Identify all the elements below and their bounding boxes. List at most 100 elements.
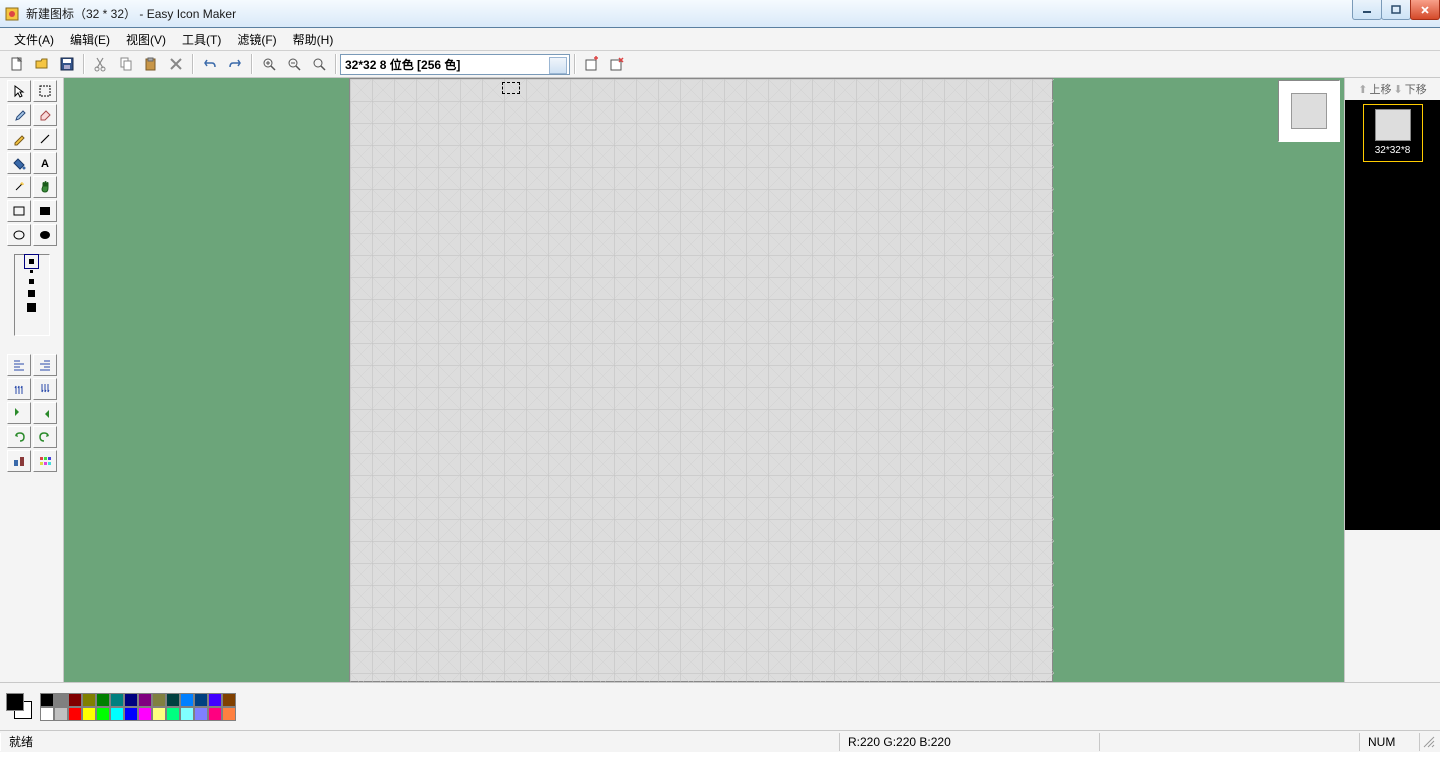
color-adjust-button[interactable]	[33, 450, 57, 472]
palette-color[interactable]	[208, 693, 222, 707]
hand-tool[interactable]	[33, 176, 57, 198]
cut-button[interactable]	[89, 53, 112, 75]
redo-button[interactable]	[223, 53, 246, 75]
rotate-left-button[interactable]	[7, 426, 31, 448]
palette-color[interactable]	[40, 693, 54, 707]
shift-down-button[interactable]	[33, 378, 57, 400]
palette-color[interactable]	[138, 707, 152, 721]
title-bar: 新建图标（32 * 32） - Easy Icon Maker	[0, 0, 1440, 28]
delete-button[interactable]	[164, 53, 187, 75]
status-bar: 就绪 R:220 G:220 B:220 NUM	[0, 730, 1440, 752]
pencil-tool[interactable]	[7, 128, 31, 150]
palette-color[interactable]	[194, 707, 208, 721]
palette-color[interactable]	[40, 707, 54, 721]
format-list: 32*32*8	[1345, 100, 1440, 530]
eyedropper-tool[interactable]	[7, 104, 31, 126]
palette-color[interactable]	[110, 693, 124, 707]
rect-fill-tool[interactable]	[33, 200, 57, 222]
brush-size-5[interactable]	[27, 303, 36, 312]
effects-button[interactable]	[7, 450, 31, 472]
foreground-color[interactable]	[6, 693, 24, 711]
move-up-label[interactable]: 上移	[1370, 81, 1392, 97]
format-thumb[interactable]: 32*32*8	[1363, 104, 1423, 162]
flip-horizontal-button[interactable]	[7, 402, 31, 424]
brush-size-2[interactable]	[30, 270, 33, 273]
flip-vertical-button[interactable]	[33, 402, 57, 424]
brush-size-3[interactable]	[29, 279, 34, 284]
palette-color[interactable]	[110, 707, 124, 721]
brush-size-1[interactable]	[29, 259, 34, 264]
shift-up-button[interactable]	[7, 378, 31, 400]
size-format-select[interactable]: 32*32 8 位色 [256 色]	[340, 54, 570, 75]
align-left-button[interactable]	[7, 354, 31, 376]
magic-wand-tool[interactable]	[7, 176, 31, 198]
text-tool[interactable]: A	[33, 152, 57, 174]
palette-color[interactable]	[82, 707, 96, 721]
menu-help[interactable]: 帮助(H)	[285, 29, 342, 50]
zoom-fit-button[interactable]	[307, 53, 330, 75]
palette-color[interactable]	[222, 693, 236, 707]
minimize-button[interactable]	[1352, 0, 1382, 20]
rotate-right-button[interactable]	[33, 426, 57, 448]
rect-outline-tool[interactable]	[7, 200, 31, 222]
copy-button[interactable]	[114, 53, 137, 75]
arrow-down-icon: ⬇	[1394, 83, 1403, 96]
palette-color[interactable]	[68, 707, 82, 721]
close-button[interactable]	[1410, 0, 1440, 20]
eraser-tool[interactable]	[33, 104, 57, 126]
palette-color[interactable]	[152, 693, 166, 707]
palette-color[interactable]	[180, 693, 194, 707]
status-rgb: R:220 G:220 B:220	[840, 733, 1100, 751]
arrow-up-icon: ⬆	[1358, 83, 1367, 96]
align-right-button[interactable]	[33, 354, 57, 376]
palette-color[interactable]	[96, 693, 110, 707]
palette-color[interactable]	[54, 693, 68, 707]
resize-grip-icon[interactable]	[1420, 733, 1438, 751]
workspace: A	[0, 78, 1440, 682]
palette-color[interactable]	[68, 693, 82, 707]
fill-tool[interactable]	[7, 152, 31, 174]
brush-size-4[interactable]	[28, 290, 35, 297]
zoom-in-button[interactable]	[257, 53, 280, 75]
palette-color[interactable]	[208, 707, 222, 721]
undo-button[interactable]	[198, 53, 221, 75]
ellipse-outline-tool[interactable]	[7, 224, 31, 246]
select-rect-tool[interactable]	[33, 80, 57, 102]
line-tool[interactable]	[33, 128, 57, 150]
move-down-label[interactable]: 下移	[1405, 81, 1427, 97]
palette-color[interactable]	[138, 693, 152, 707]
ellipse-fill-tool[interactable]	[33, 224, 57, 246]
paste-button[interactable]	[139, 53, 162, 75]
menu-file[interactable]: 文件(A)	[6, 29, 62, 50]
new-button[interactable]	[5, 53, 28, 75]
toolbar-separator	[251, 54, 252, 74]
zoom-out-button[interactable]	[282, 53, 305, 75]
layer-order-controls: ⬆上移 ⬇下移	[1345, 78, 1440, 100]
palette-color[interactable]	[194, 693, 208, 707]
palette-color[interactable]	[82, 693, 96, 707]
save-button[interactable]	[55, 53, 78, 75]
palette-color[interactable]	[222, 707, 236, 721]
palette-color[interactable]	[152, 707, 166, 721]
fg-bg-swatch[interactable]	[6, 693, 34, 721]
open-button[interactable]	[30, 53, 53, 75]
menu-filter[interactable]: 滤镜(F)	[229, 29, 284, 50]
menu-tools[interactable]: 工具(T)	[174, 29, 229, 50]
pointer-tool[interactable]	[7, 80, 31, 102]
canvas[interactable]	[349, 78, 1053, 682]
add-format-button[interactable]	[580, 53, 603, 75]
palette-color[interactable]	[166, 707, 180, 721]
remove-format-button[interactable]	[605, 53, 628, 75]
palette-color[interactable]	[124, 707, 138, 721]
palette-color[interactable]	[96, 707, 110, 721]
menu-view[interactable]: 视图(V)	[118, 29, 174, 50]
palette-color[interactable]	[180, 707, 194, 721]
palette-color[interactable]	[54, 707, 68, 721]
toolbar-separator	[83, 54, 84, 74]
palette-color[interactable]	[124, 693, 138, 707]
color-palette-bar	[0, 682, 1440, 730]
palette-color[interactable]	[166, 693, 180, 707]
maximize-button[interactable]	[1381, 0, 1411, 20]
menu-edit[interactable]: 编辑(E)	[62, 29, 118, 50]
canvas-area[interactable]	[64, 78, 1344, 682]
